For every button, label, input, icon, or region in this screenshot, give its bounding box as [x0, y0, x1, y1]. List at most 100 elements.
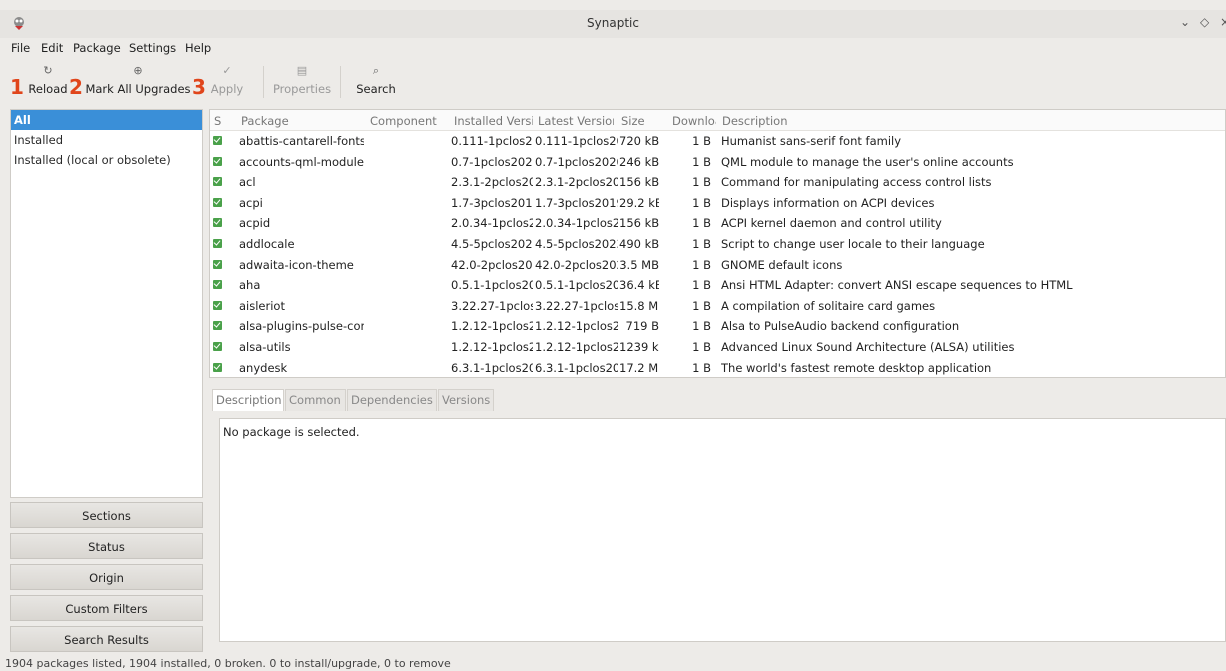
cell-download: 1 B	[692, 195, 711, 210]
cell-size: 719 B	[625, 319, 660, 334]
cell-size: 246 kB	[619, 154, 659, 169]
cell-size: 720 kB	[619, 134, 659, 148]
cell-size: 17.2 MB	[619, 360, 659, 375]
installed-checkbox-icon[interactable]	[213, 156, 222, 166]
cell-latest: 2.0.34-1pclos2022	[535, 216, 618, 231]
cell-download: 1 B	[692, 237, 711, 251]
installed-checkbox-icon[interactable]	[213, 321, 222, 331]
tab-description[interactable]: Description	[212, 389, 284, 411]
installed-checkbox-icon[interactable]	[213, 259, 222, 269]
cell-download: 1 B	[692, 298, 711, 313]
table-row[interactable]: aisleriot 3.22.27-1pclos20223.22.27-1pclo…	[210, 296, 1225, 316]
table-row[interactable]: adwaita-icon-theme 42.0-2pclos202242.0-2p…	[210, 255, 1225, 275]
cell-package: alsa-utils	[239, 340, 291, 354]
status-bar: 1904 packages listed, 1904 installed, 0 …	[5, 657, 451, 670]
installed-checkbox-icon[interactable]	[213, 362, 222, 372]
title-bar: Synaptic ⌄ ◇ ×	[0, 10, 1226, 38]
tab-common[interactable]: Common	[285, 389, 346, 411]
minimize-icon[interactable]: ⌄	[1180, 15, 1190, 29]
cell-download: 1 B	[692, 216, 711, 231]
table-row[interactable]: acpid2.0.34-1pclos20222.0.34-1pclos20221…	[210, 213, 1225, 233]
cell-description: GNOME default icons	[721, 257, 843, 272]
cell-package: aisleriot	[239, 298, 285, 313]
menu-bar: File Edit Package Settings Help	[0, 38, 1226, 58]
table-row[interactable]: acl2.3.1-2pclos20212.3.1-2pclos2021156 k…	[210, 172, 1225, 192]
table-row[interactable]: alsa-utils 1.2.12-1pclos20241.2.12-1pclos…	[210, 337, 1225, 357]
cell-download: 1 B	[692, 175, 711, 190]
table-row[interactable]: anydesk6.3.1-1pclos20246.3.1-1pclos20241…	[210, 358, 1225, 377]
cell-latest: 1.7-3pclos2019	[535, 195, 618, 210]
header-latest-version[interactable]: Latest Version	[538, 114, 614, 128]
marker-2: 2	[69, 75, 83, 99]
installed-checkbox-icon[interactable]	[213, 239, 222, 248]
mark-all-upgrades-button[interactable]: ⊕ Mark All Upgrades	[85, 60, 191, 102]
properties-icon: ▤	[296, 64, 308, 77]
table-row[interactable]: addlocale 4.5-5pclos2023 4.5-5pclos2023 490…	[210, 234, 1225, 254]
table-row[interactable]: abattis-cantarell-fonts 0.111-1pclos20220…	[210, 131, 1225, 151]
reload-button[interactable]: ↻ Reload	[26, 60, 70, 102]
cell-description: ACPI kernel daemon and control utility	[721, 216, 942, 231]
header-description[interactable]: Description	[722, 114, 1122, 128]
table-row[interactable]: acpi 1.7-3pclos2019 1.7-3pclos2019 29.2 kB 1…	[210, 193, 1225, 213]
cell-latest: 0.7-1pclos2020	[535, 154, 618, 169]
cell-installed: 42.0-2pclos2022	[451, 257, 533, 272]
menu-edit[interactable]: Edit	[41, 41, 63, 55]
cell-latest: 0.111-1pclos2022	[535, 134, 618, 148]
cell-package: acpi	[239, 195, 263, 210]
header-installed-version[interactable]: Installed Version	[454, 114, 533, 128]
filter-installed-local[interactable]: Installed (local or obsolete)	[11, 150, 202, 170]
maximize-icon[interactable]: ◇	[1200, 15, 1209, 29]
cell-latest: 1.2.12-1pclos2024	[535, 319, 618, 334]
cell-installed: 6.3.1-1pclos2024	[451, 360, 533, 375]
status-button[interactable]: Status	[10, 533, 203, 559]
table-row[interactable]: aha0.5.1-1pclos20200.5.1-1pclos202036.4 …	[210, 275, 1225, 295]
menu-package[interactable]: Package	[73, 41, 121, 55]
header-download[interactable]: Download	[672, 114, 716, 128]
cell-latest: 42.0-2pclos2022	[535, 257, 618, 272]
cell-installed: 3.22.27-1pclos2022	[451, 298, 533, 313]
cell-package: acl	[239, 175, 256, 190]
filter-installed[interactable]: Installed	[11, 130, 202, 150]
cell-size: 15.8 MB	[619, 298, 659, 313]
cell-installed: 2.3.1-2pclos2021	[451, 175, 533, 190]
sections-button[interactable]: Sections	[10, 502, 203, 528]
tab-dependencies[interactable]: Dependencies	[347, 389, 437, 411]
menu-settings[interactable]: Settings	[129, 41, 176, 55]
cell-description: Script to change user locale to their la…	[721, 237, 985, 251]
header-package[interactable]: Package	[241, 114, 361, 128]
cell-download: 1 B	[692, 257, 711, 272]
header-s[interactable]: S	[214, 114, 224, 128]
cell-installed: 0.111-1pclos2022	[451, 134, 533, 148]
custom-filters-button[interactable]: Custom Filters	[10, 595, 203, 621]
installed-checkbox-icon[interactable]	[213, 218, 222, 228]
installed-checkbox-icon[interactable]	[213, 136, 222, 145]
table-row[interactable]: accounts-qml-module 0.7-1pclos2020 0.7-1pc…	[210, 152, 1225, 172]
installed-checkbox-icon[interactable]	[213, 300, 222, 310]
table-row[interactable]: alsa-plugins-pulse-config 1.2.12-1pclos20…	[210, 316, 1225, 336]
cell-latest: 4.5-5pclos2023	[535, 237, 618, 251]
search-results-button[interactable]: Search Results	[10, 626, 203, 652]
cell-package: alsa-plugins-pulse-config	[239, 319, 364, 334]
description-box: No package is selected.	[219, 418, 1226, 642]
properties-button[interactable]: ▤ Properties	[270, 60, 334, 102]
header-component[interactable]: Component	[370, 114, 448, 128]
cell-size: 490 kB	[619, 237, 659, 251]
installed-checkbox-icon[interactable]	[213, 177, 222, 187]
cell-installed: 1.2.12-1pclos2024	[451, 319, 533, 334]
menu-file[interactable]: File	[11, 41, 30, 55]
header-size[interactable]: Size	[621, 114, 661, 128]
toolbar-separator	[263, 66, 264, 98]
apply-button[interactable]: ✓ Apply	[208, 60, 246, 102]
filter-all[interactable]: All	[11, 110, 202, 130]
installed-checkbox-icon[interactable]	[213, 342, 222, 351]
installed-checkbox-icon[interactable]	[213, 197, 222, 207]
tab-versions[interactable]: Versions	[438, 389, 494, 411]
installed-checkbox-icon[interactable]	[213, 280, 222, 290]
origin-button[interactable]: Origin	[10, 564, 203, 590]
search-button[interactable]: ⌕ Search	[352, 60, 400, 102]
toolbar-separator	[340, 66, 341, 98]
cell-description: Alsa to PulseAudio backend configuration	[721, 319, 960, 334]
close-icon[interactable]: ×	[1220, 15, 1226, 29]
menu-help[interactable]: Help	[185, 41, 211, 55]
cell-download: 1 B	[692, 319, 711, 334]
